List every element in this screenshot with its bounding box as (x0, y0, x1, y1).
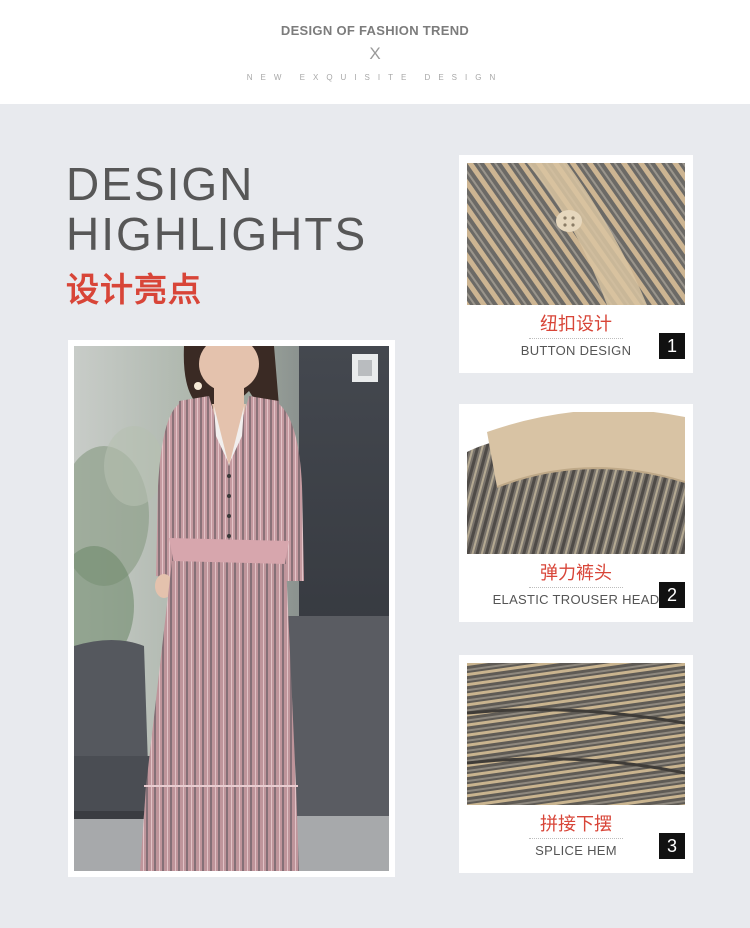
model-photo-card (68, 340, 395, 877)
button-detail-photo (467, 163, 685, 305)
detail-card-button-design: 纽扣设计 BUTTON DESIGN 1 (459, 155, 693, 373)
detail-1-divider (529, 338, 623, 339)
hem-detail-photo (467, 663, 685, 805)
header-divider-mark: X (369, 44, 381, 63)
header-subtitle: NEW EXQUISITE DESIGN (246, 73, 504, 82)
detail-3-title-cn: 拼接下摆 (540, 814, 612, 835)
waistband-detail-photo (467, 412, 685, 554)
highlights-heading-line1: DESIGN (66, 158, 255, 210)
detail-1-title-cn: 纽扣设计 (540, 314, 612, 335)
detail-3-number-badge: 3 (659, 833, 685, 859)
header-title: DESIGN OF FASHION TREND (280, 23, 470, 38)
detail-2-title-en: ELASTIC TROUSER HEAD (492, 592, 660, 607)
detail-1-title-en: BUTTON DESIGN (520, 343, 632, 358)
detail-3-divider (529, 838, 623, 839)
highlights-heading-cn: 设计亮点 (66, 270, 202, 309)
detail-2-title-cn: 弹力裤头 (540, 563, 612, 584)
header-band: DESIGN OF FASHION TREND X NEW EXQUISITE … (0, 0, 750, 104)
model-photo (74, 346, 389, 871)
detail-card-splice-hem: 拼接下摆 SPLICE HEM 3 (459, 655, 693, 873)
detail-2-number-badge: 2 (659, 582, 685, 608)
highlights-heading-line2: HIGHLIGHTS (66, 208, 368, 260)
detail-card-elastic-trouser-head: 弹力裤头 ELASTIC TROUSER HEAD 2 (459, 404, 693, 622)
detail-2-divider (529, 587, 623, 588)
detail-1-number-badge: 1 (659, 333, 685, 359)
detail-3-title-en: SPLICE HEM (535, 843, 617, 858)
